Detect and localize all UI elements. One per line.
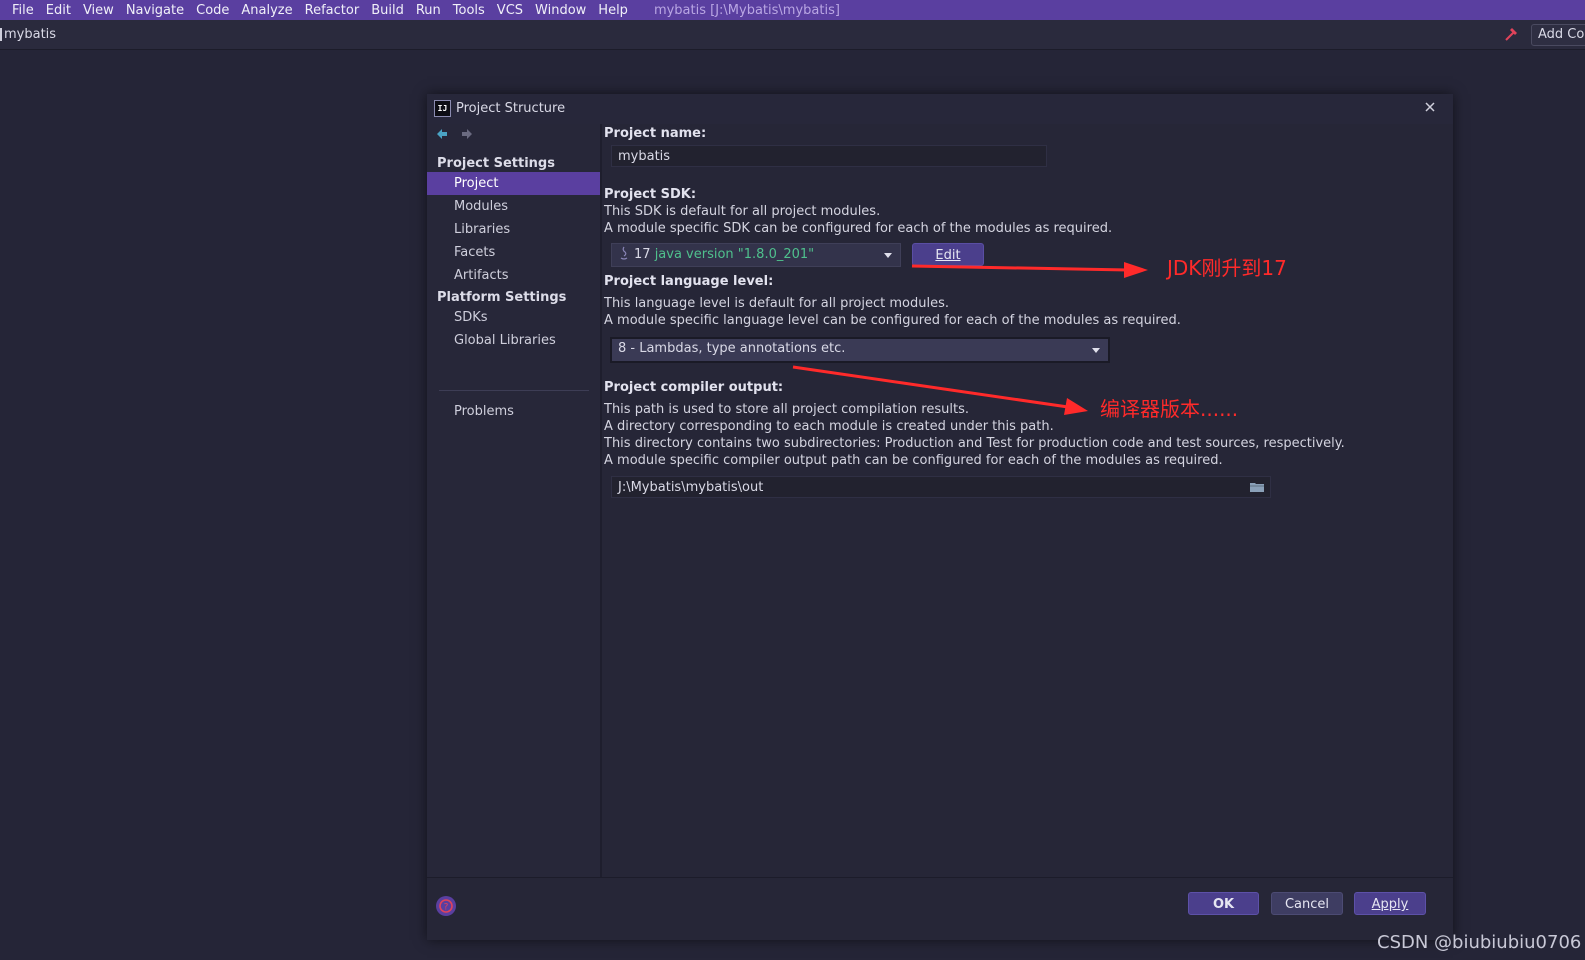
sidebar-divider [439, 390, 589, 391]
platform-settings-header: Platform Settings [437, 290, 567, 305]
java-sdk-icon [620, 246, 628, 260]
edit-sdk-button[interactable]: Edit [912, 243, 984, 266]
window-title: mybatis [J:\Mybatis\mybatis] [653, 2, 840, 18]
sdk-version-text: java version "1.8.0_201" [654, 247, 815, 262]
edit-button-label: Edit [935, 248, 961, 263]
sdk-description-1: This SDK is default for all project modu… [604, 204, 881, 219]
folder-browse-icon[interactable] [1250, 481, 1264, 493]
intellij-app-icon: IJ [434, 100, 451, 117]
menu-analyze[interactable]: Analyze [241, 3, 292, 18]
compiler-description-4: A module specific compiler output path c… [604, 453, 1223, 468]
chevron-down-icon [884, 253, 892, 258]
sidebar-item-problems[interactable]: Problems [427, 400, 600, 423]
menu-edit[interactable]: Edit [46, 3, 71, 18]
svg-text:?: ? [444, 903, 449, 913]
apply-button-label: Apply [1371, 897, 1409, 912]
language-description-2: A module specific language level can be … [604, 313, 1181, 328]
menu-code[interactable]: Code [196, 3, 229, 18]
menu-run[interactable]: Run [416, 3, 441, 18]
language-level-value: 8 - Lambdas, type annotations etc. [618, 341, 846, 356]
compiler-output-label: Project compiler output: [604, 380, 784, 395]
language-level-dropdown[interactable]: 8 - Lambdas, type annotations etc. [610, 337, 1110, 363]
footer-separator [427, 877, 1453, 878]
back-arrow-icon[interactable] [436, 128, 448, 140]
sidebar-item-libraries[interactable]: Libraries [427, 218, 600, 241]
sdk-name: 17 [634, 247, 651, 262]
sidebar-item-sdks[interactable]: SDKs [427, 306, 600, 329]
close-icon[interactable] [1422, 99, 1438, 115]
settings-sidebar: Project Settings Project Modules Librari… [427, 124, 600, 877]
add-configuration-button[interactable]: Add Con [1531, 24, 1585, 46]
menu-refactor[interactable]: Refactor [305, 3, 360, 18]
sidebar-item-facets[interactable]: Facets [427, 241, 600, 264]
menu-bar: File Edit View Navigate Code Analyze Ref… [0, 0, 1585, 20]
language-level-label: Project language level: [604, 274, 774, 289]
jdk-annotation-text: JDK刚升到17 [1167, 256, 1287, 280]
forward-arrow-icon[interactable] [461, 128, 473, 140]
watermark: CSDN @biubiubiu0706 [1377, 932, 1582, 953]
sidebar-item-project[interactable]: Project [427, 172, 600, 195]
sidebar-splitter[interactable] [600, 124, 602, 877]
project-structure-dialog: IJ Project Structure Project Settings Pr… [427, 94, 1453, 940]
sidebar-item-artifacts[interactable]: Artifacts [427, 264, 600, 287]
menu-vcs[interactable]: VCS [497, 3, 523, 18]
menu-file[interactable]: File [12, 3, 34, 18]
compiler-description-1: This path is used to store all project c… [604, 402, 969, 417]
project-sdk-dropdown[interactable]: 17 java version "1.8.0_201" [611, 243, 901, 267]
compiler-output-path: J:\Mybatis\mybatis\out [618, 480, 764, 495]
project-settings-header: Project Settings [437, 156, 555, 171]
dialog-titlebar: IJ Project Structure [427, 94, 1453, 124]
crumb-marker [0, 28, 2, 41]
cancel-button[interactable]: Cancel [1271, 892, 1343, 915]
menu-build[interactable]: Build [371, 3, 404, 18]
menu-help[interactable]: Help [598, 3, 628, 18]
chevron-down-icon [1092, 348, 1100, 353]
project-sdk-label: Project SDK: [604, 187, 697, 202]
menu-view[interactable]: View [83, 3, 114, 18]
menu-navigate[interactable]: Navigate [126, 3, 184, 18]
build-hammer-icon[interactable] [1503, 26, 1519, 42]
compiler-annotation-text: 编译器版本...... [1100, 397, 1239, 421]
sdk-description-2: A module specific SDK can be configured … [604, 221, 1113, 236]
breadcrumb-project[interactable]: mybatis [4, 27, 56, 42]
ok-button[interactable]: OK [1188, 892, 1259, 915]
language-description-1: This language level is default for all p… [604, 296, 949, 311]
help-icon[interactable]: ? [435, 895, 457, 917]
compiler-description-3: This directory contains two subdirectori… [604, 436, 1345, 451]
sidebar-item-modules[interactable]: Modules [427, 195, 600, 218]
project-name-label: Project name: [604, 126, 707, 141]
sidebar-item-global-libraries[interactable]: Global Libraries [427, 329, 600, 352]
compiler-output-path-field[interactable]: J:\Mybatis\mybatis\out [611, 476, 1271, 498]
menu-tools[interactable]: Tools [453, 3, 485, 18]
navigation-bar: mybatis Add Con [0, 20, 1585, 50]
project-name-field[interactable]: mybatis [611, 145, 1047, 167]
compiler-description-2: A directory corresponding to each module… [604, 419, 1054, 434]
menu-window[interactable]: Window [535, 3, 586, 18]
apply-button[interactable]: Apply [1354, 892, 1426, 915]
dialog-title: Project Structure [456, 101, 566, 116]
